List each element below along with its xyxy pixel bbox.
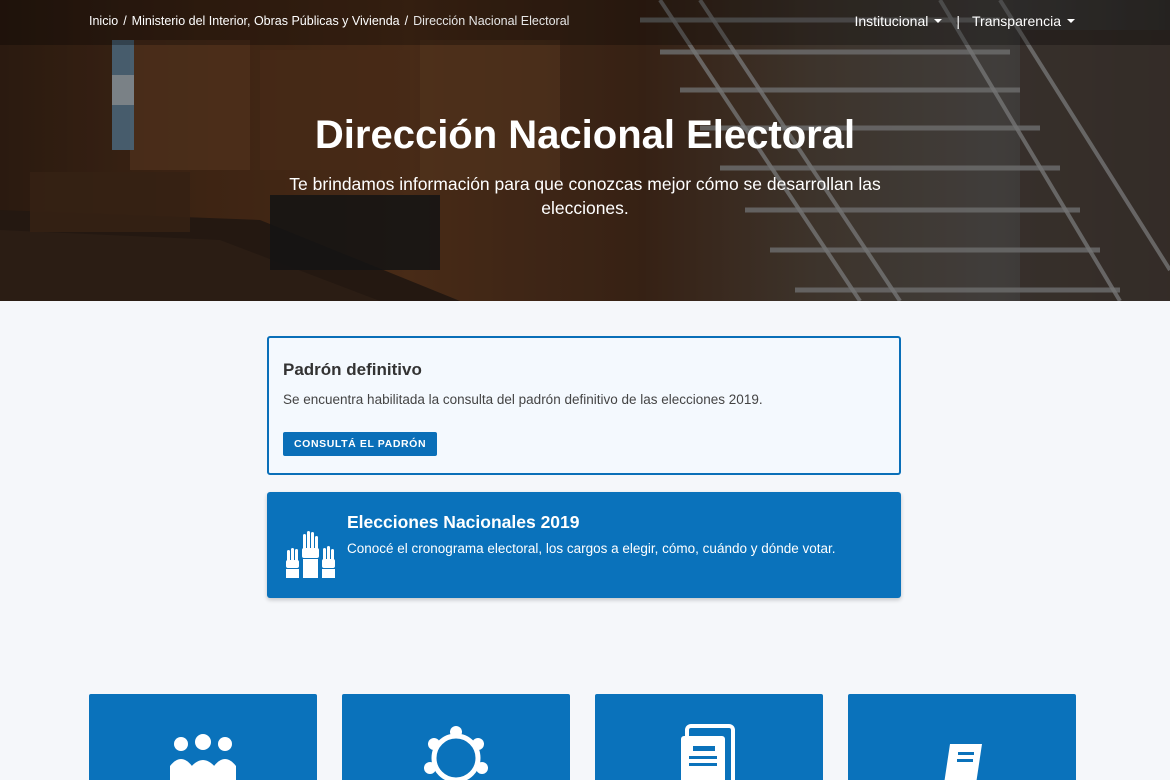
elections-text: Conocé el cronograma electoral, los carg… — [347, 541, 836, 556]
raised-hands-icon — [286, 531, 335, 578]
breadcrumb-separator: / — [123, 14, 127, 28]
elecciones-nacionales-banner[interactable]: Elecciones Nacionales 2019 Conocé el cro… — [267, 492, 901, 598]
consulta-padron-button[interactable]: CONSULTÁ EL PADRÓN — [283, 432, 438, 456]
breadcrumb-current: Dirección Nacional Electoral — [413, 14, 570, 28]
nav-institucional-dropdown[interactable]: Institucional — [854, 13, 943, 29]
network-circle-icon — [424, 726, 488, 780]
nav-transparencia-dropdown[interactable]: Transparencia — [972, 13, 1075, 29]
tile-book[interactable] — [848, 694, 1076, 780]
elections-title: Elecciones Nacionales 2019 — [347, 512, 580, 532]
top-navigation: Institucional | Transparencia — [854, 13, 1075, 29]
breadcrumb: Inicio / Ministerio del Interior, Obras … — [89, 14, 569, 28]
padron-notice-card: Padrón definitivo Se encuentra habilitad… — [267, 336, 901, 475]
notice-title: Padrón definitivo — [283, 360, 422, 379]
notice-text: Se encuentra habilitada la consulta del … — [283, 392, 763, 407]
tile-network[interactable] — [342, 694, 570, 780]
breadcrumb-separator: / — [404, 14, 409, 28]
tile-people[interactable] — [89, 694, 317, 780]
hero-banner: Inicio / Ministerio del Interior, Obras … — [0, 0, 1170, 301]
nav-institucional-label: Institucional — [854, 13, 929, 29]
nav-divider: | — [956, 13, 961, 29]
breadcrumb-link-inicio[interactable]: Inicio — [89, 14, 118, 28]
document-icon — [681, 724, 735, 780]
people-group-icon — [170, 734, 236, 780]
caret-down-icon — [1067, 19, 1075, 23]
nav-transparencia-label: Transparencia — [972, 13, 1061, 29]
page-title: Dirección Nacional Electoral — [314, 113, 856, 157]
book-icon — [944, 744, 982, 780]
tile-documents[interactable] — [595, 694, 823, 780]
breadcrumb-link-ministerio[interactable]: Ministerio del Interior, Obras Públicas … — [132, 14, 400, 28]
caret-down-icon — [934, 19, 943, 23]
page-subtitle: Te brindamos información para que conozc… — [289, 174, 881, 218]
